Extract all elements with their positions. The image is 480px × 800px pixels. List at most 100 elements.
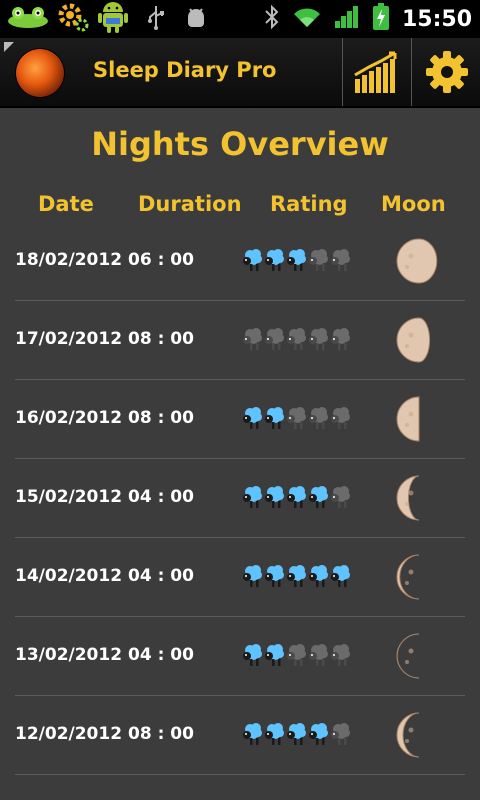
sheep-icon-empty [287, 644, 306, 666]
sheep-icon-filled [331, 565, 350, 587]
sheep-icon-empty [309, 644, 328, 666]
night-duration: 08 : 00 [128, 408, 194, 428]
sheep-icon-empty [309, 407, 328, 429]
debug-icon [184, 5, 208, 33]
column-header-rating: Rating [270, 192, 348, 216]
night-moon [396, 396, 442, 446]
sheep-icon-filled [309, 565, 328, 587]
night-rating [242, 562, 352, 590]
bar-chart-icon [354, 51, 397, 93]
bluetooth-icon [264, 4, 280, 34]
corner-marker [4, 42, 14, 52]
night-row[interactable]: 17/02/2012 08 : 00 [15, 301, 465, 380]
night-row[interactable]: 16/02/2012 08 : 00 [15, 380, 465, 459]
night-row[interactable]: 14/02/2012 04 : 00 [15, 538, 465, 617]
night-duration: 04 : 00 [128, 645, 194, 665]
sheep-icon-filled [243, 723, 262, 745]
night-duration: 04 : 00 [128, 566, 194, 586]
sheep-icon-empty [331, 249, 350, 271]
night-rating [242, 325, 352, 353]
night-row[interactable]: 12/02/2012 08 : 00 [15, 696, 465, 775]
night-row[interactable]: 13/02/2012 04 : 00 [15, 617, 465, 696]
sheep-icon-filled [265, 249, 284, 271]
usb-icon [146, 4, 166, 34]
night-date: 18/02/2012 [15, 250, 123, 270]
column-header-moon: Moon [381, 192, 446, 216]
night-row[interactable]: 18/02/2012 06 : 00 [15, 222, 465, 301]
night-date: 15/02/2012 [15, 487, 123, 507]
sheep-icon-filled [243, 407, 262, 429]
frog-icon [6, 5, 50, 33]
night-rating [242, 404, 352, 432]
sheep-icon-empty [243, 328, 262, 350]
gear-icon [425, 51, 468, 93]
sheep-icon-filled [287, 723, 306, 745]
sheep-icon-empty [331, 723, 350, 745]
sheep-icon-empty [331, 486, 350, 508]
sheep-icon-filled [287, 486, 306, 508]
night-duration: 04 : 00 [128, 487, 194, 507]
moon-phase-icon [396, 712, 420, 758]
night-duration: 08 : 00 [128, 329, 194, 349]
wifi-icon [292, 5, 322, 33]
sheep-icon-filled [265, 644, 284, 666]
sheep-icon-empty [331, 644, 350, 666]
night-date: 13/02/2012 [15, 645, 123, 665]
night-rating [242, 483, 352, 511]
settings-button[interactable] [411, 38, 480, 106]
nights-list: 18/02/2012 06 : 00 17/02/2012 08 : 00 16/02/… [15, 222, 465, 775]
sheep-icon-filled [243, 644, 262, 666]
column-header-duration: Duration [138, 192, 242, 216]
sheep-icon-filled [265, 486, 284, 508]
app-title: Sleep Diary Pro [93, 58, 277, 82]
night-rating [242, 720, 352, 748]
night-moon [396, 554, 442, 604]
moon-logo-icon[interactable] [16, 49, 64, 97]
stats-button[interactable] [342, 38, 411, 106]
sheep-icon-empty [265, 328, 284, 350]
sheep-icon-empty [309, 328, 328, 350]
sheep-icon-filled [265, 407, 284, 429]
night-date: 16/02/2012 [15, 408, 123, 428]
moon-phase-icon [396, 475, 420, 521]
night-rating [242, 246, 352, 274]
sheep-icon-filled [243, 486, 262, 508]
signal-icon [334, 5, 360, 33]
sheep-icon-empty [309, 249, 328, 271]
android-icon [98, 0, 128, 38]
gear-notification-icon [58, 1, 90, 37]
clock: 15:50 [401, 6, 472, 32]
sheep-icon-filled [287, 249, 306, 271]
sheep-icon-filled [309, 723, 328, 745]
night-moon [396, 238, 442, 288]
night-date: 14/02/2012 [15, 566, 123, 586]
night-date: 17/02/2012 [15, 329, 123, 349]
sheep-icon-filled [265, 565, 284, 587]
page-title: Nights Overview [91, 125, 389, 163]
sheep-icon-empty [287, 328, 306, 350]
night-moon [396, 475, 442, 525]
sheep-icon-filled [265, 723, 284, 745]
night-moon [396, 712, 442, 762]
sheep-icon-filled [287, 565, 306, 587]
moon-phase-icon [396, 633, 420, 679]
status-bar: 15:50 [0, 0, 480, 38]
sheep-icon-empty [287, 407, 306, 429]
sheep-icon-filled [243, 249, 262, 271]
column-header-date: Date [38, 192, 94, 216]
sheep-icon-empty [331, 407, 350, 429]
night-date: 12/02/2012 [15, 724, 123, 744]
night-rating [242, 641, 352, 669]
moon-phase-icon [396, 317, 431, 363]
night-duration: 06 : 00 [128, 250, 194, 270]
app-bar: Sleep Diary Pro [0, 38, 480, 108]
night-moon [396, 317, 442, 367]
battery-charging-icon [372, 3, 390, 35]
night-row[interactable]: 15/02/2012 04 : 00 [15, 459, 465, 538]
night-duration: 08 : 00 [128, 724, 194, 744]
sheep-icon-filled [309, 486, 328, 508]
night-moon [396, 633, 442, 683]
moon-phase-icon [396, 396, 420, 442]
sheep-icon-filled [243, 565, 262, 587]
sheep-icon-empty [331, 328, 350, 350]
